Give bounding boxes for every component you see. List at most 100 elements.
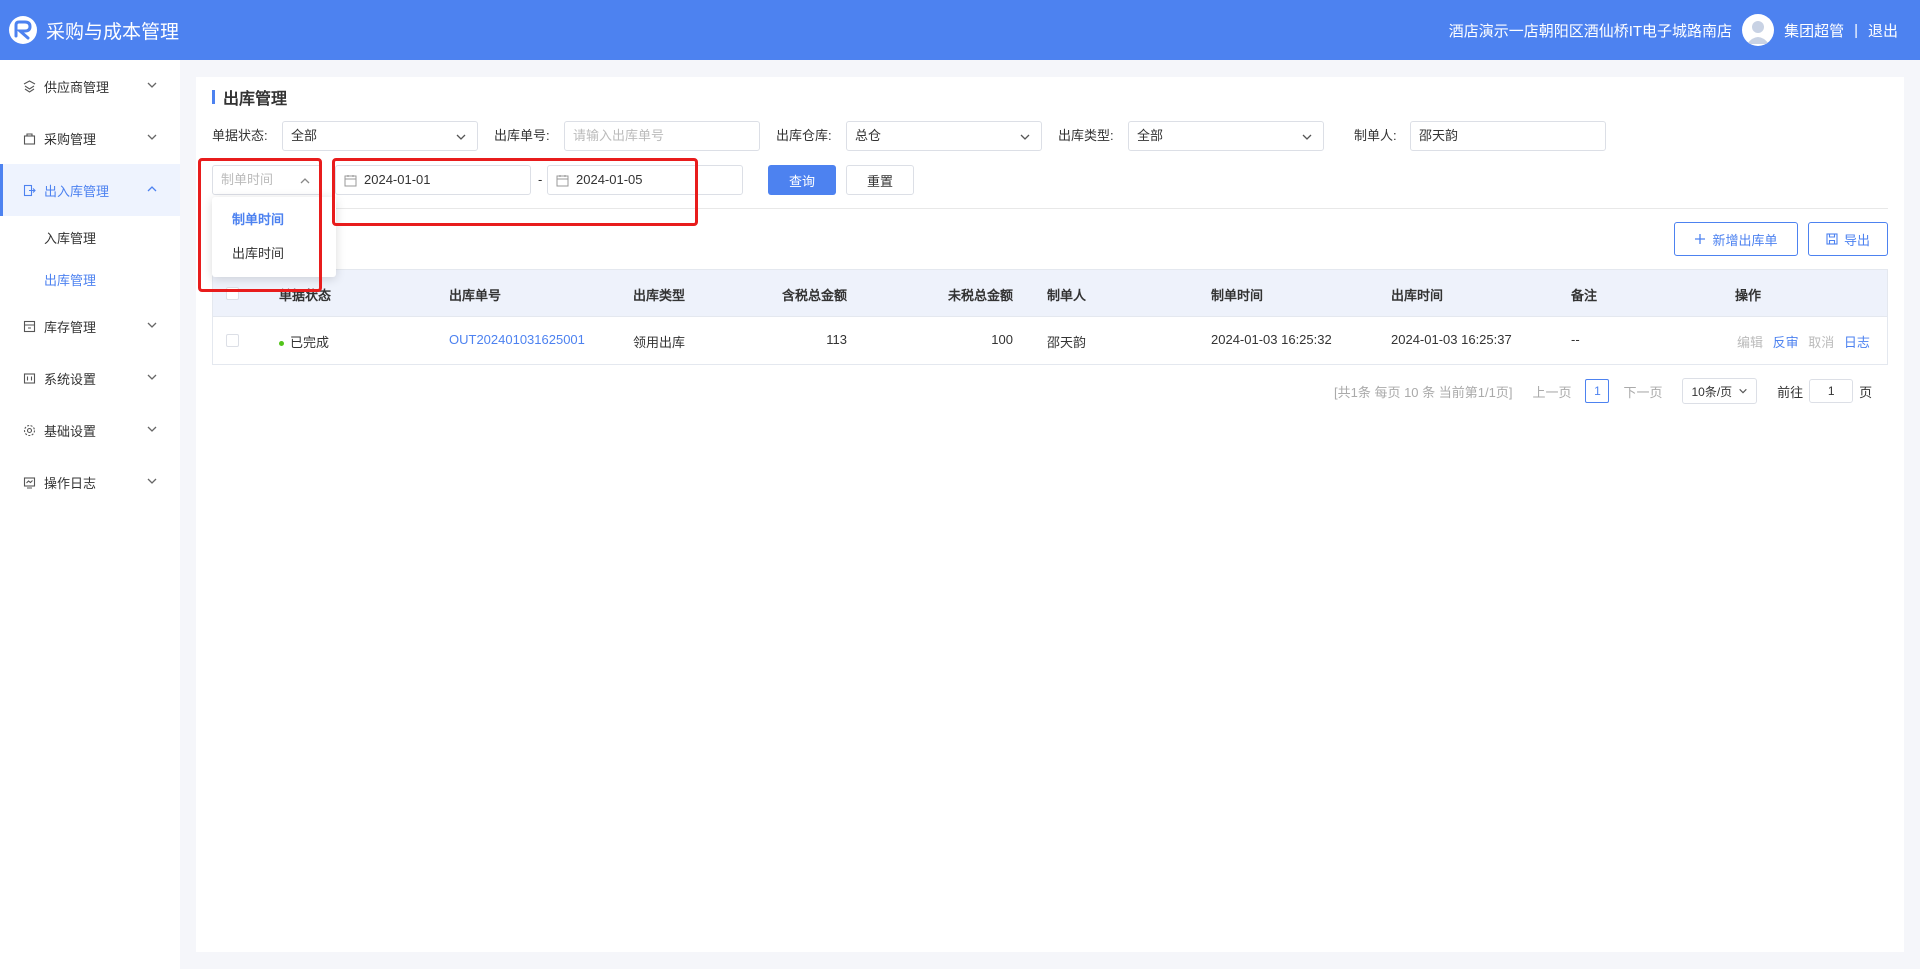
chevron-down-icon <box>147 82 157 88</box>
chevron-down-icon <box>1739 388 1747 394</box>
inventory-icon <box>22 319 36 333</box>
sidebar-item-label: 库存管理 <box>44 319 97 335</box>
inout-icon <box>22 183 36 197</box>
col-out-at: 出库时间 <box>1391 288 1444 303</box>
user-name[interactable]: 集团超管 <box>1784 20 1844 41</box>
status-select[interactable]: 全部 <box>282 121 478 151</box>
prev-page-button[interactable]: 上一页 <box>1532 382 1571 401</box>
sidebar-item-inventory[interactable]: 库存管理 <box>0 300 180 352</box>
pagination: [共1条 每页 10 条 当前第1/1页] 上一页 1 下一页 10条/页 前往… <box>1334 378 1873 404</box>
chevron-up-icon <box>147 186 157 192</box>
sidebar: 供应商管理 采购管理 出入库管理 入库管理 出库管理 库存管理 系统设置 基础设… <box>0 60 180 969</box>
sidebar-item-label: 出入库管理 <box>44 183 110 199</box>
col-notax-amount: 未税总金额 <box>947 288 1013 303</box>
sidebar-item-purchase[interactable]: 采购管理 <box>0 112 180 164</box>
time-type-select[interactable]: 制单时间 <box>212 165 322 195</box>
user-avatar-icon <box>1747 21 1770 44</box>
status-select-value: 全部 <box>291 128 318 143</box>
order-no-label: 出库单号: <box>494 128 550 143</box>
row-order-no-link[interactable]: OUT202401031625001 <box>449 332 585 347</box>
sidebar-item-basic[interactable]: 基础设置 <box>0 404 180 456</box>
calendar-icon <box>556 175 569 187</box>
date-start-value: 2024-01-01 <box>364 172 431 187</box>
chevron-down-icon <box>456 134 466 140</box>
creator-input[interactable]: 邵天韵 <box>1410 121 1606 151</box>
chevron-down-icon <box>147 374 157 380</box>
col-status: 单据状态 <box>279 288 332 303</box>
chevron-down-icon <box>147 134 157 140</box>
edit-link[interactable]: 编辑 <box>1737 335 1763 350</box>
sidebar-item-label: 基础设置 <box>44 423 97 439</box>
row-ops: 编辑 反审 取消 日志 <box>1731 332 1870 351</box>
col-type: 出库类型 <box>633 288 686 303</box>
supplier-icon <box>22 79 36 93</box>
goto-label: 前往 <box>1777 384 1804 400</box>
save-icon <box>1826 233 1838 245</box>
export-label: 导出 <box>1843 232 1870 248</box>
cancel-link[interactable]: 取消 <box>1808 335 1834 350</box>
reset-button[interactable]: 重置 <box>846 165 914 195</box>
add-outbound-button[interactable]: 新增出库单 <box>1674 222 1798 256</box>
col-remark: 备注 <box>1571 288 1598 303</box>
page-number-current[interactable]: 1 <box>1585 379 1610 403</box>
col-tax-amount: 含税总金额 <box>781 288 847 303</box>
date-end-input[interactable]: 2024-01-05 <box>547 165 743 195</box>
status-label: 单据状态: <box>212 128 268 143</box>
sidebar-subitem-outbound[interactable]: 出库管理 <box>0 258 180 300</box>
export-button[interactable]: 导出 <box>1808 222 1888 256</box>
chevron-down-icon <box>147 426 157 432</box>
plus-icon <box>1695 234 1706 244</box>
row-type: 领用出库 <box>633 335 686 350</box>
goto-suffix: 页 <box>1859 384 1873 400</box>
avatar[interactable] <box>1742 14 1775 46</box>
outbound-table: 单据状态 出库单号 出库类型 含税总金额 未税总金额 制单人 制单时间 出库时间… <box>212 269 1888 365</box>
sidebar-subitem-inbound[interactable]: 入库管理 <box>0 216 180 258</box>
col-creator: 制单人 <box>1047 288 1087 303</box>
log-link[interactable]: 日志 <box>1844 335 1870 350</box>
logo-icon <box>9 16 37 44</box>
logout-link[interactable]: 退出 <box>1868 20 1898 41</box>
page-size-select[interactable]: 10条/页 <box>1682 378 1758 404</box>
next-page-button[interactable]: 下一页 <box>1623 382 1662 401</box>
sidebar-item-label: 操作日志 <box>44 475 97 491</box>
add-outbound-label: 新增出库单 <box>1712 232 1778 248</box>
warehouse-label: 出库仓库: <box>776 128 832 143</box>
sidebar-item-inout[interactable]: 出入库管理 <box>0 164 180 216</box>
table-row[interactable]: 已完成 OUT202401031625001 领用出库 113 100 邵天韵 … <box>213 317 1887 364</box>
row-out-at: 2024-01-03 16:25:37 <box>1391 332 1512 347</box>
chevron-down-icon <box>1302 134 1312 140</box>
chevron-down-icon <box>147 478 157 484</box>
order-no-input[interactable]: 请输入出库单号 <box>564 121 760 151</box>
sidebar-item-label: 系统设置 <box>44 371 97 387</box>
query-button[interactable]: 查询 <box>768 165 836 195</box>
sidebar-item-log[interactable]: 操作日志 <box>0 456 180 508</box>
pagination-summary: [共1条 每页 10 条 当前第1/1页] <box>1334 384 1513 400</box>
unaudit-link[interactable]: 反审 <box>1773 335 1799 350</box>
system-icon <box>22 371 36 385</box>
date-start-input[interactable]: 2024-01-01 <box>335 165 531 195</box>
type-select[interactable]: 全部 <box>1128 121 1324 151</box>
col-ops: 操作 <box>1735 288 1762 303</box>
chevron-up-icon <box>300 178 310 184</box>
app-title: 采购与成本管理 <box>46 21 180 43</box>
dropdown-option-out-time[interactable]: 出库时间 <box>212 237 336 271</box>
chevron-down-icon <box>147 322 157 328</box>
store-name[interactable]: 酒店演示一店朝阳区酒仙桥IT电子城路南店 <box>1449 20 1732 41</box>
filter-divider <box>212 208 1888 209</box>
goto-page-input[interactable]: 1 <box>1809 379 1854 403</box>
row-created-at: 2024-01-03 16:25:32 <box>1211 332 1332 347</box>
row-status: 已完成 <box>279 332 329 351</box>
sidebar-item-supplier[interactable]: 供应商管理 <box>0 60 180 112</box>
creator-label: 制单人: <box>1354 128 1397 143</box>
top-bar: 采购与成本管理 酒店演示一店朝阳区酒仙桥IT电子城路南店 集团超管 | 退出 <box>0 0 1920 60</box>
table-header: 单据状态 出库单号 出库类型 含税总金额 未税总金额 制单人 制单时间 出库时间… <box>213 270 1887 317</box>
row-remark: -- <box>1571 332 1580 347</box>
dropdown-option-created-time[interactable]: 制单时间 <box>212 203 336 237</box>
warehouse-select[interactable]: 总仓 <box>846 121 1042 151</box>
col-order-no: 出库单号 <box>449 288 502 303</box>
row-checkbox[interactable] <box>226 334 239 350</box>
select-all-checkbox[interactable] <box>226 287 239 303</box>
main-panel: 出库管理 单据状态: 全部 出库单号: 请输入出库单号 出库仓库: 总仓 出库类… <box>196 77 1904 952</box>
row-tax-amount: 113 <box>826 332 847 347</box>
sidebar-item-system[interactable]: 系统设置 <box>0 352 180 404</box>
